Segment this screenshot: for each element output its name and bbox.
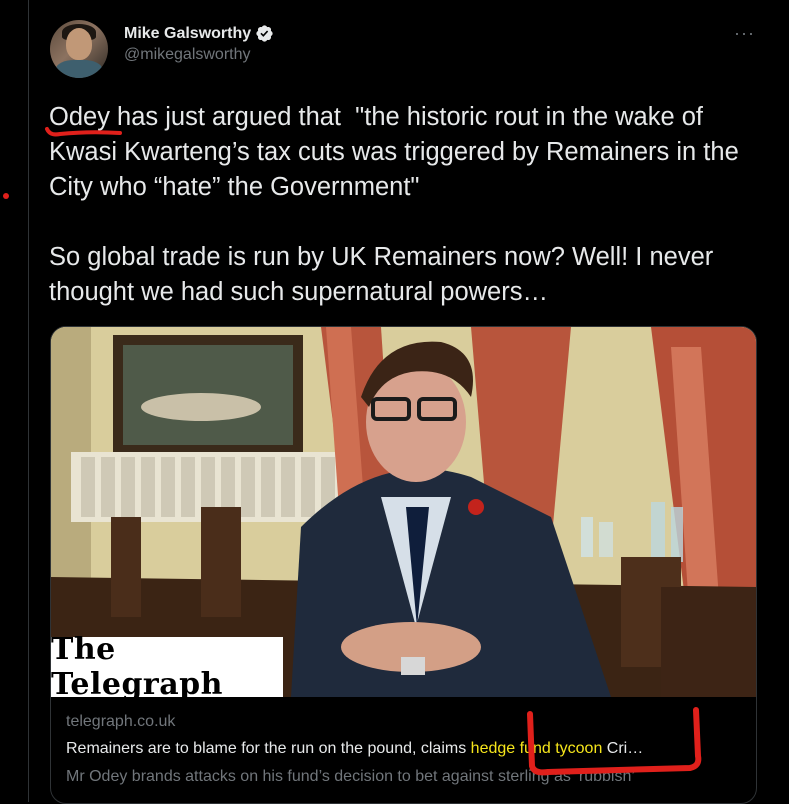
author-handle[interactable]: @mikegalsworthy [124,46,274,64]
telegraph-logo-text: The Telegraph [51,632,223,697]
red-box-annotation [527,707,702,776]
red-dot-marker [3,193,9,199]
card-image[interactable]: The Telegraph [51,327,756,697]
avatar[interactable] [50,20,108,78]
author-name[interactable]: Mike Galsworthy [124,25,251,43]
verified-badge-icon [256,25,273,42]
telegraph-logo: The Telegraph [51,632,283,697]
more-options-icon[interactable]: ··· [734,23,755,44]
author-block: Mike Galsworthy @mikegalsworthy [124,24,274,64]
red-underline-annotation [45,127,122,137]
author-name-row[interactable]: Mike Galsworthy [124,24,274,43]
headline-text-before: Remainers are to blame for the run on th… [66,740,467,757]
tweet-text: Odey has just argued that "the historic … [49,103,739,306]
